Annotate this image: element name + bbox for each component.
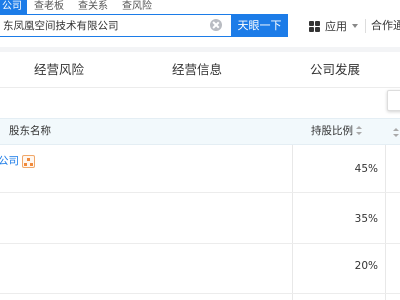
section-nav: 经营风险 经营信息 公司发展 [0,52,400,88]
table-header: 股东名称 持股比例 [0,118,400,145]
section-tab-operating-risk[interactable]: 经营风险 [34,52,84,88]
search-type-tabs: 公司 查老板 查关系 查风险 [0,0,159,14]
sort-icon[interactable] [356,126,362,135]
search-box [0,14,231,37]
search-button[interactable]: 天眼一下 [231,14,288,37]
shareholder-name: 公司 [0,155,19,167]
shareholder-table: 股东名称 持股比例 公司 45% 35% 20% [0,118,400,300]
section-tab-operating-info[interactable]: 经营信息 [172,52,222,88]
column-header-share-ratio[interactable]: 持股比例 [311,119,362,144]
search-input[interactable] [3,15,203,36]
section-tab-company-development[interactable]: 公司发展 [310,52,360,88]
share-ratio: 45% [354,163,378,175]
apps-grid-icon [309,20,320,32]
search-tab-boss[interactable]: 查老板 [27,0,71,14]
share-ratio: 35% [354,213,378,225]
shareholder-name-link[interactable]: 公司 [0,154,35,168]
table-row: 20% [0,244,400,294]
table-toolbar-button[interactable] [387,90,400,111]
chevron-down-icon [352,24,358,28]
share-ratio: 20% [354,260,378,272]
search-header: 公司 查老板 查关系 查风险 天眼一下 应用 合作通 [0,0,400,47]
column-header-shareholder-name: 股东名称 [9,125,51,137]
search-tab-company[interactable]: 公司 [0,0,27,14]
equity-graph-icon[interactable] [22,154,35,168]
clear-search-icon[interactable] [210,19,222,31]
apps-menu-label: 应用 [325,20,347,33]
column-header-share-ratio-label: 持股比例 [311,125,353,137]
header-divider [365,19,366,33]
table-row: 35% [0,193,400,244]
search-tab-risk[interactable]: 查风险 [115,0,159,14]
sort-icon-next-column[interactable] [393,128,399,137]
table-toolbar [0,88,400,118]
table-row: 公司 45% [0,145,400,193]
cooperation-link[interactable]: 合作通 [371,17,400,35]
search-tab-relation[interactable]: 查关系 [71,0,115,14]
apps-menu[interactable]: 应用 [309,17,358,35]
